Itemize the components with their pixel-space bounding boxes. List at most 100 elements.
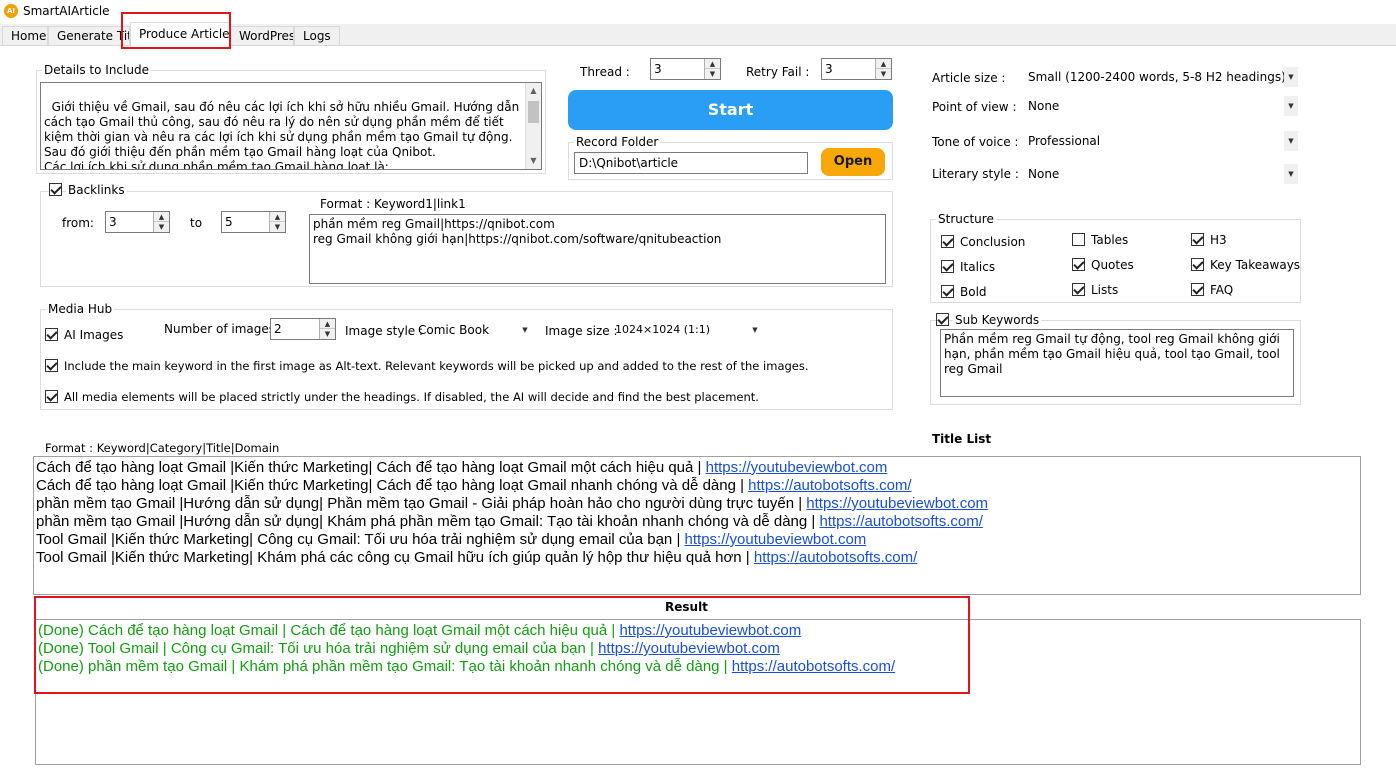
spin-up-icon[interactable]: ▲ (705, 59, 720, 69)
spin-up-icon[interactable]: ▲ (154, 212, 169, 222)
spin-up-icon[interactable]: ▲ (320, 319, 335, 329)
num-images-spinner[interactable]: 2 ▲ ▼ (270, 318, 336, 340)
title-list-row[interactable]: Tool Gmail |Kiến thức Marketing| Khám ph… (36, 549, 917, 567)
backlinks-label: Backlinks (66, 183, 127, 197)
pov-value: None (1028, 99, 1060, 113)
title-list-row[interactable]: phần mềm tạo Gmail |Hướng dẫn sử dụng| K… (36, 513, 983, 531)
result-link[interactable]: https://youtubeviewbot.com (598, 640, 780, 657)
spin-down-icon[interactable]: ▼ (876, 69, 891, 79)
tab-home[interactable]: Home (2, 26, 48, 46)
faq-checkbox[interactable] (1191, 283, 1204, 296)
conclusion-checkbox[interactable] (941, 235, 954, 248)
record-folder-input[interactable]: D:\Qnibot\article (574, 152, 808, 174)
result-link[interactable]: https://autobotsofts.com/ (732, 658, 895, 675)
title-list-row[interactable]: Tool Gmail |Kiến thức Marketing| Công cụ… (36, 531, 866, 549)
tab-logs[interactable]: Logs (294, 26, 340, 46)
open-folder-button[interactable]: Open (821, 148, 885, 176)
chevron-down-icon[interactable]: ▼ (748, 320, 762, 340)
quotes-checkbox[interactable] (1072, 258, 1085, 271)
lists-checkbox[interactable] (1072, 283, 1085, 296)
title-list-row[interactable]: Cách để tạo hàng loạt Gmail |Kiến thức M… (36, 459, 887, 477)
title-list-row[interactable]: phần mềm tạo Gmail |Hướng dẫn sử dụng| P… (36, 495, 988, 513)
image-size-select[interactable]: 1024×1024 (1:1) ▼ (615, 320, 765, 340)
backlinks-from-value: 3 (109, 215, 117, 229)
app-title: SmartAIArticle (23, 4, 110, 18)
article-size-select[interactable]: Small (1200-2400 words, 5-8 H2 headings)… (1028, 67, 1300, 87)
start-button[interactable]: Start (568, 90, 893, 130)
spin-down-icon[interactable]: ▼ (154, 222, 169, 232)
h3-checkbox[interactable] (1191, 233, 1204, 246)
chevron-down-icon[interactable]: ▼ (518, 320, 532, 340)
thread-value: 3 (654, 62, 662, 76)
sub-keywords-textarea[interactable]: Phần mềm reg Gmail tự động, tool reg Gma… (940, 329, 1294, 397)
result-list-box[interactable]: (Done) Cách để tạo hàng loạt Gmail | Các… (35, 619, 1361, 765)
title-link[interactable]: https://autobotsofts.com/ (754, 549, 917, 566)
chevron-down-icon[interactable]: ▼ (1284, 131, 1298, 151)
alt-text-checkbox[interactable] (45, 359, 58, 372)
thread-label: Thread : (580, 65, 630, 79)
spin-down-icon[interactable]: ▼ (320, 329, 335, 339)
tone-value: Professional (1028, 134, 1101, 148)
sub-keywords-checkbox[interactable] (936, 313, 949, 326)
image-style-label: Image style : (345, 324, 424, 338)
scroll-down-icon[interactable]: ▼ (526, 153, 541, 169)
lists-label: Lists (1091, 283, 1119, 297)
title-link[interactable]: https://youtubeviewbot.com (706, 459, 888, 476)
details-scrollbar[interactable]: ▲ ▼ (525, 83, 541, 169)
scroll-up-icon[interactable]: ▲ (526, 83, 541, 99)
retry-spinner[interactable]: 3 ▲ ▼ (821, 58, 892, 80)
title-list-box[interactable]: Cách để tạo hàng loạt Gmail |Kiến thức M… (33, 456, 1361, 595)
result-link[interactable]: https://youtubeviewbot.com (619, 622, 801, 639)
quotes-label: Quotes (1091, 258, 1134, 272)
title-link[interactable]: https://youtubeviewbot.com (806, 495, 988, 512)
spin-down-icon[interactable]: ▼ (705, 69, 720, 79)
chevron-down-icon[interactable]: ▼ (1284, 164, 1298, 184)
h3-label: H3 (1210, 233, 1227, 247)
result-row[interactable]: (Done) Cách để tạo hàng loạt Gmail | Các… (38, 622, 801, 640)
placement-checkbox[interactable] (45, 390, 58, 403)
num-images-value: 2 (274, 322, 282, 336)
italics-checkbox[interactable] (941, 260, 954, 273)
title-link[interactable]: https://autobotsofts.com/ (748, 477, 911, 494)
tab-generate-title[interactable]: Generate Title (48, 26, 130, 46)
backlinks-format-label: Format : Keyword1|link1 (320, 197, 466, 211)
backlinks-checkbox[interactable] (49, 183, 62, 196)
chevron-down-icon[interactable]: ▼ (1284, 96, 1298, 116)
image-size-label: Image size : (545, 324, 618, 338)
tab-wordpress[interactable]: WordPress (230, 26, 294, 46)
title-link[interactable]: https://autobotsofts.com/ (819, 513, 982, 530)
tables-label: Tables (1091, 233, 1129, 247)
ai-images-checkbox[interactable] (45, 328, 58, 341)
details-textarea[interactable]: Giới thiệu về Gmail, sau đó nêu các lợi … (40, 82, 542, 170)
key-takeaways-checkbox[interactable] (1191, 258, 1204, 271)
image-style-select[interactable]: Comic Book ▼ (418, 320, 536, 340)
title-link[interactable]: https://youtubeviewbot.com (685, 531, 867, 548)
chevron-down-icon[interactable]: ▼ (1284, 67, 1298, 87)
tone-select[interactable]: Professional ▼ (1028, 131, 1300, 151)
record-folder-label: Record Folder (574, 135, 661, 149)
backlinks-textarea[interactable]: phần mềm reg Gmail|https://qnibot.com re… (309, 214, 886, 284)
spin-down-icon[interactable]: ▼ (270, 222, 285, 232)
backlinks-from-label: from: (62, 216, 94, 230)
thread-spinner[interactable]: 3 ▲ ▼ (650, 58, 721, 80)
backlinks-from-spinner[interactable]: 3 ▲ ▼ (105, 211, 170, 233)
result-row[interactable]: (Done) Tool Gmail | Công cụ Gmail: Tối ư… (38, 640, 780, 658)
faq-label: FAQ (1210, 283, 1234, 297)
result-row[interactable]: (Done) phần mềm tạo Gmail | Khám phá phầ… (38, 658, 895, 676)
tables-checkbox[interactable] (1072, 233, 1085, 246)
backlinks-to-spinner[interactable]: 5 ▲ ▼ (221, 211, 286, 233)
media-hub-label: Media Hub (46, 302, 115, 316)
literary-select[interactable]: None ▼ (1028, 164, 1300, 184)
pov-select[interactable]: None ▼ (1028, 96, 1300, 116)
pov-label: Point of view : (932, 100, 1017, 114)
title-format-label: Format : Keyword|Category|Title|Domain (45, 441, 280, 455)
spin-up-icon[interactable]: ▲ (270, 212, 285, 222)
bold-checkbox[interactable] (941, 285, 954, 298)
article-size-value: Small (1200-2400 words, 5-8 H2 headings) (1028, 70, 1286, 84)
spin-up-icon[interactable]: ▲ (876, 59, 891, 69)
scroll-thumb[interactable] (528, 101, 539, 123)
tab-produce-article[interactable]: Produce Article (130, 22, 230, 47)
placement-label: All media elements will be placed strict… (64, 390, 759, 404)
title-list-row[interactable]: Cách để tạo hàng loạt Gmail |Kiến thức M… (36, 477, 912, 495)
backlinks-to-label: to (190, 216, 203, 230)
